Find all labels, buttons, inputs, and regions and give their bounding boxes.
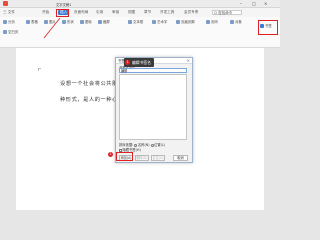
sort-by-position-radio[interactable]: 位置(L) — [150, 143, 165, 147]
margin-mark-top-left — [38, 68, 41, 71]
annotation-arrow — [43, 17, 61, 39]
close-icon[interactable]: × — [187, 58, 190, 64]
add-button-highlight — [116, 152, 133, 161]
delete-button[interactable]: 删除(D) — [135, 155, 149, 161]
cancel-button[interactable]: 取消 — [173, 155, 188, 161]
bookmark-name-input[interactable]: 编辑 — [119, 68, 187, 73]
goto-button[interactable]: 定位(G) — [151, 155, 165, 161]
step-badge-1: 1 — [125, 60, 130, 65]
bookmark-dialog: 书签 × 书签名(N): 编辑 排序依据: 名称(N) 位置(L) 隐藏书签(H… — [115, 57, 193, 163]
step-badge-2: 2 — [108, 152, 113, 157]
bookmark-list[interactable] — [119, 74, 187, 140]
